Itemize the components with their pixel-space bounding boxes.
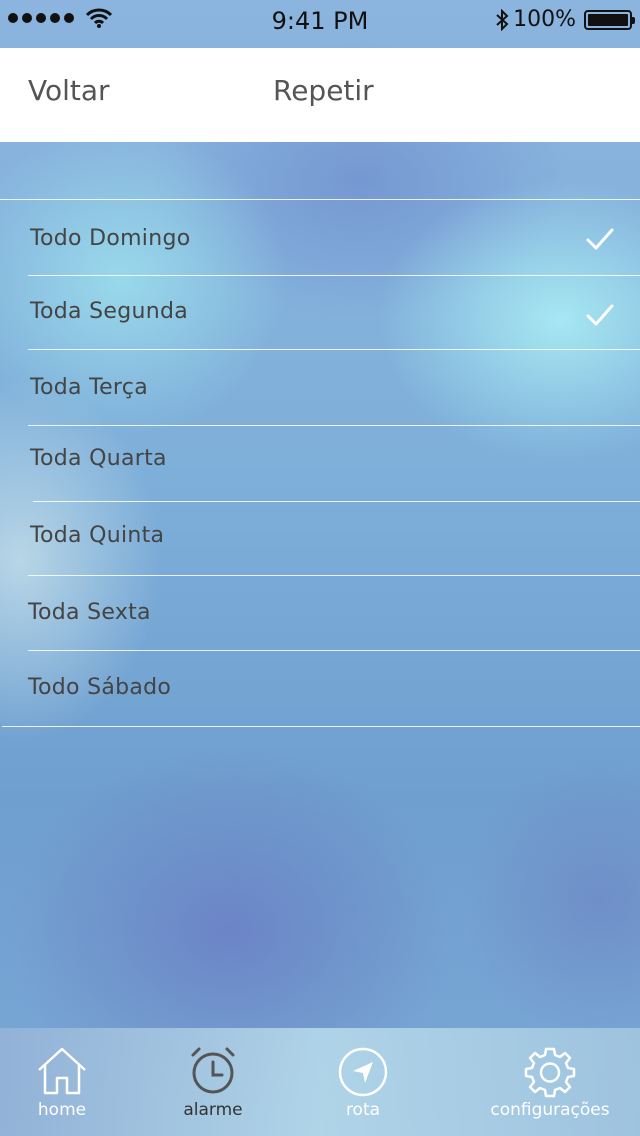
list-item-quinta[interactable]: Toda Quinta xyxy=(0,502,640,576)
checkmark-icon xyxy=(586,228,614,250)
list-item-label: Toda Quinta xyxy=(30,523,165,548)
list-item-label: Todo Domingo xyxy=(30,226,191,251)
list-item-label: Toda Segunda xyxy=(30,299,188,324)
nav-bar: Voltar Repetir xyxy=(0,48,640,142)
page-title: Repetir xyxy=(273,74,374,107)
tab-configuracoes[interactable]: configurações xyxy=(470,1028,630,1136)
list-item-label: Todo Sábado xyxy=(28,675,172,700)
navigation-arrow-icon xyxy=(338,1047,388,1097)
home-icon xyxy=(38,1047,86,1095)
list-item-segunda[interactable]: Toda Segunda xyxy=(0,276,640,350)
tab-label: alarme xyxy=(183,1100,243,1120)
bluetooth-icon xyxy=(496,8,509,31)
battery-percent: 100% xyxy=(513,7,576,32)
list-item-terca[interactable]: Toda Terça xyxy=(0,350,640,426)
list-item-domingo[interactable]: Todo Domingo xyxy=(0,200,640,276)
checkmark-icon xyxy=(586,304,614,326)
tab-alarme[interactable]: alarme xyxy=(133,1028,293,1136)
battery-icon xyxy=(584,9,635,30)
tab-bar: home alarme rota configurações xyxy=(0,1028,640,1136)
list-item-sexta[interactable]: Toda Sexta xyxy=(0,576,640,651)
tab-rota[interactable]: rota xyxy=(283,1028,443,1136)
list-item-quarta[interactable]: Toda Quarta xyxy=(0,426,640,502)
alarm-clock-icon xyxy=(191,1047,235,1094)
gear-icon xyxy=(524,1047,576,1098)
status-right: 100% xyxy=(495,7,635,32)
status-bar: 9:41 PM 100% xyxy=(0,0,640,40)
tab-label: home xyxy=(37,1100,87,1120)
list-item-label: Toda Terça xyxy=(30,375,148,400)
list-item-label: Toda Quarta xyxy=(30,446,167,471)
list-item-sabado[interactable]: Todo Sábado xyxy=(0,651,640,727)
divider xyxy=(2,726,640,727)
tab-label: configurações xyxy=(490,1100,610,1120)
tab-label: rota xyxy=(345,1100,381,1120)
back-button[interactable]: Voltar xyxy=(28,74,110,107)
list-item-label: Toda Sexta xyxy=(28,600,151,625)
tab-home[interactable]: home xyxy=(0,1028,142,1136)
